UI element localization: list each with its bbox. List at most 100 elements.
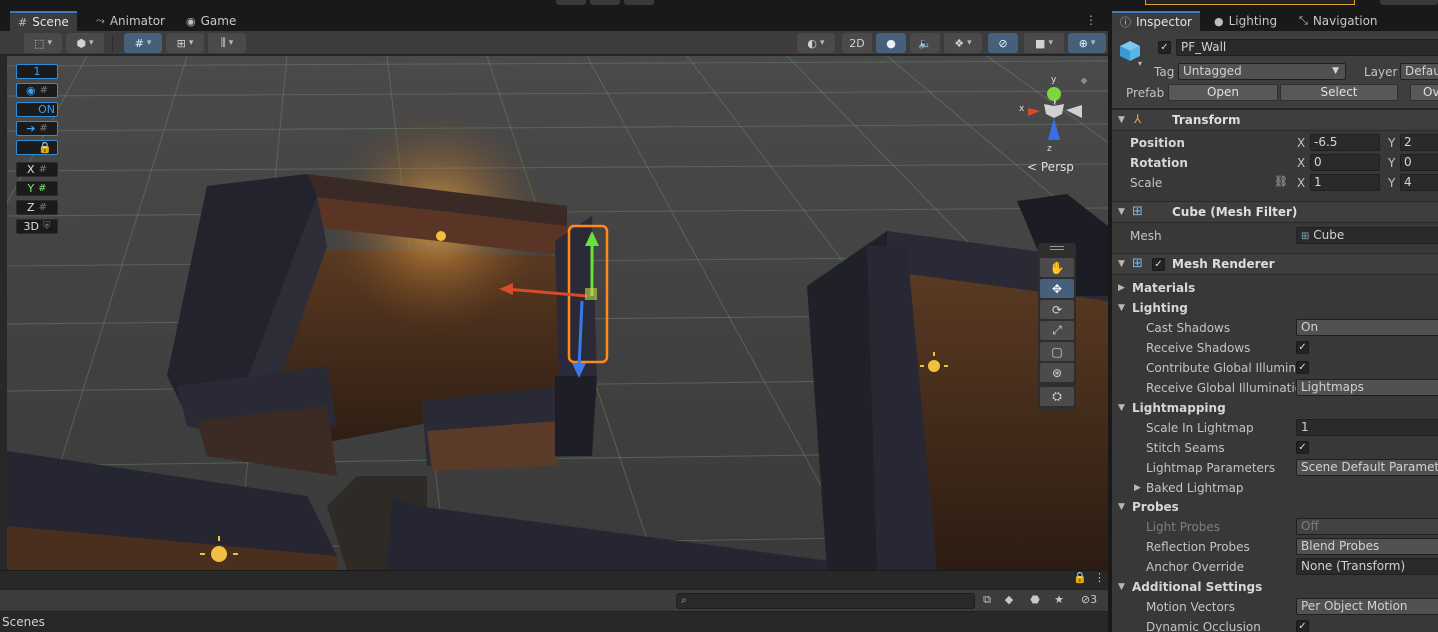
prefab-select-button[interactable]: Select bbox=[1280, 84, 1398, 101]
receive-gi-dropdown[interactable]: Lightmaps bbox=[1296, 379, 1438, 396]
link-broken-icon[interactable]: ⛓ bbox=[1274, 175, 1288, 188]
search-by-type-button[interactable]: ⧉ bbox=[978, 593, 996, 609]
receive-shadows-checkbox[interactable]: ✓ bbox=[1296, 341, 1309, 354]
move-snap-toggle[interactable]: ➔ # bbox=[16, 121, 58, 136]
transform-header[interactable]: ▼ ⅄ Transform bbox=[1112, 109, 1438, 131]
scene-viewport[interactable]: 1 ◉ # ON ➔ # 🔒 X # Y # Z # 3D ⛨ y x z < … bbox=[7, 56, 1108, 570]
grid-size-field[interactable]: 1 bbox=[16, 64, 58, 79]
rect-tool[interactable]: ▢ bbox=[1040, 342, 1074, 361]
anchor-override-field[interactable]: None (Transform) bbox=[1296, 558, 1438, 575]
projection-toggle[interactable]: < Persp bbox=[1027, 160, 1074, 174]
chevron-down-icon: ▼ bbox=[1332, 66, 1339, 76]
tab-navigation[interactable]: ⤡ Navigation bbox=[1291, 11, 1386, 31]
foldout-arrow-icon[interactable]: ▼ bbox=[1118, 303, 1125, 313]
axis-x-toggle[interactable]: X # bbox=[16, 162, 58, 177]
baked-lightmap-foldout[interactable]: Baked Lightmap bbox=[1146, 481, 1244, 495]
camera-dropdown[interactable]: ■ bbox=[1024, 33, 1064, 53]
materials-foldout[interactable]: Materials bbox=[1132, 281, 1195, 295]
label-filter-button[interactable]: ⬣ bbox=[1026, 593, 1044, 609]
search-by-label-button[interactable]: ◆ bbox=[1000, 593, 1018, 609]
scale-in-lightmap-field[interactable]: 1 bbox=[1296, 419, 1438, 436]
object-active-checkbox[interactable]: ✓ bbox=[1158, 41, 1171, 54]
hand-tool[interactable]: ✋ bbox=[1040, 258, 1074, 277]
motion-vectors-dropdown[interactable]: Per Object Motion bbox=[1296, 598, 1438, 615]
move-tool[interactable]: ✥ bbox=[1040, 279, 1074, 298]
orientation-gizmo[interactable]: y x z bbox=[1012, 75, 1087, 173]
tab-game[interactable]: ◉ Game bbox=[178, 11, 244, 31]
axis-y-toggle[interactable]: Y # bbox=[16, 181, 58, 196]
axis-z-toggle[interactable]: Z # bbox=[16, 200, 58, 215]
panel-menu-icon[interactable]: ⋮ bbox=[1094, 571, 1105, 584]
pause-button[interactable] bbox=[590, 0, 620, 5]
gizmo-tool-dropdown[interactable]: ⬚ bbox=[24, 33, 62, 53]
contribute-gi-checkbox[interactable]: ✓ bbox=[1296, 361, 1309, 374]
3d-toggle[interactable]: 3D ⛨ bbox=[16, 219, 58, 234]
step-button[interactable] bbox=[624, 0, 654, 5]
project-folder-scenes[interactable]: Scenes bbox=[0, 613, 1108, 632]
rotation-x-field[interactable]: 0 bbox=[1310, 154, 1380, 171]
tab-inspector[interactable]: ⓘ Inspector bbox=[1112, 11, 1200, 31]
prefab-overrides-dropdown[interactable]: Ove bbox=[1410, 84, 1438, 101]
object-name-field[interactable]: PF_Wall bbox=[1176, 39, 1438, 56]
reflection-probes-dropdown[interactable]: Blend Probes bbox=[1296, 538, 1438, 555]
drag-handle-icon[interactable] bbox=[1050, 246, 1064, 250]
audio-toggle[interactable]: 🔈 bbox=[910, 33, 940, 53]
grid-snap-dropdown[interactable]: # bbox=[124, 33, 162, 53]
transform-tool[interactable]: ⊛ bbox=[1040, 363, 1074, 382]
2d-toggle[interactable]: 2D bbox=[842, 33, 872, 53]
snap-on-toggle[interactable]: ON bbox=[16, 102, 58, 117]
increment-dropdown[interactable]: ⫼ bbox=[208, 33, 246, 53]
hidden-packages-toggle[interactable]: ⊘3 bbox=[1074, 593, 1104, 609]
scale-y-field[interactable]: 4 bbox=[1400, 174, 1438, 191]
tab-scene[interactable]: # Scene bbox=[10, 11, 77, 31]
position-x-field[interactable]: -6.5 bbox=[1310, 134, 1380, 151]
transform-title: Transform bbox=[1172, 113, 1241, 127]
lightmap-params-dropdown[interactable]: Scene Default Parameter bbox=[1296, 459, 1438, 476]
tab-animator[interactable]: ⤳ Animator bbox=[88, 11, 173, 31]
play-button[interactable] bbox=[556, 0, 586, 5]
layers-dropdown[interactable] bbox=[1380, 0, 1438, 5]
orientation-dropdown[interactable]: ⬢ bbox=[66, 33, 104, 53]
lighting-foldout[interactable]: Lighting bbox=[1132, 301, 1188, 315]
position-y-field[interactable]: 2 bbox=[1400, 134, 1438, 151]
favorites-button[interactable]: ★ bbox=[1050, 593, 1068, 609]
rotate-tool[interactable]: ⟳ bbox=[1040, 300, 1074, 319]
scene-visibility-toggle[interactable]: ⊘ bbox=[988, 33, 1018, 53]
mesh-renderer-enabled-checkbox[interactable]: ✓ bbox=[1152, 258, 1165, 271]
additional-settings-foldout[interactable]: Additional Settings bbox=[1132, 580, 1262, 594]
lock-icon[interactable]: 🔒 bbox=[1073, 571, 1087, 584]
mesh-filter-header[interactable]: ▼ ⊞ Cube (Mesh Filter) bbox=[1112, 201, 1438, 223]
draw-mode-dropdown[interactable]: ◐ bbox=[797, 33, 835, 53]
foldout-arrow-icon[interactable]: ▼ bbox=[1118, 582, 1125, 592]
foldout-arrow-icon[interactable]: ▼ bbox=[1118, 403, 1125, 413]
search-field[interactable] bbox=[1145, 0, 1355, 5]
foldout-arrow-icon[interactable]: ▶ bbox=[1134, 483, 1141, 493]
stitch-seams-checkbox[interactable]: ✓ bbox=[1296, 441, 1309, 454]
scale-tool[interactable]: ⤢ bbox=[1040, 321, 1074, 340]
lighting-toggle[interactable]: ● bbox=[876, 33, 906, 53]
project-search-input[interactable]: ⌕ bbox=[676, 593, 975, 609]
cast-shadows-dropdown[interactable]: On bbox=[1296, 319, 1438, 336]
prefab-open-button[interactable]: Open bbox=[1168, 84, 1278, 101]
tab-lighting[interactable]: ● Lighting bbox=[1206, 11, 1285, 31]
icon-dropdown-arrow[interactable]: ▾ bbox=[1138, 59, 1142, 68]
gizmo-plane-handle[interactable] bbox=[585, 288, 597, 300]
lock-toggle[interactable]: 🔒 bbox=[16, 140, 58, 155]
probes-foldout[interactable]: Probes bbox=[1132, 500, 1179, 514]
gizmos-dropdown[interactable]: ⊕ bbox=[1068, 33, 1106, 53]
custom-tool[interactable]: ⛭ bbox=[1040, 387, 1074, 406]
foldout-arrow-icon[interactable]: ▶ bbox=[1118, 283, 1125, 293]
foldout-arrow-icon[interactable]: ▼ bbox=[1118, 502, 1125, 512]
mesh-renderer-header[interactable]: ▼ ⊞ ✓ Mesh Renderer bbox=[1112, 253, 1438, 275]
layer-dropdown[interactable]: Defau bbox=[1400, 63, 1438, 80]
panel-menu-icon[interactable]: ⋮ bbox=[1085, 13, 1097, 27]
effects-dropdown[interactable]: ❖ bbox=[944, 33, 982, 53]
scale-x-field[interactable]: 1 bbox=[1310, 174, 1380, 191]
lightmapping-foldout[interactable]: Lightmapping bbox=[1132, 401, 1226, 415]
snap-increment-dropdown[interactable]: ⊞ bbox=[166, 33, 204, 53]
tag-dropdown[interactable]: Untagged ▼ bbox=[1178, 63, 1346, 80]
dynamic-occlusion-checkbox[interactable]: ✓ bbox=[1296, 620, 1309, 632]
visibility-toggle[interactable]: ◉ # bbox=[16, 83, 58, 98]
mesh-object-field[interactable]: ⊞ Cube bbox=[1296, 227, 1438, 244]
rotation-y-field[interactable]: 0 bbox=[1400, 154, 1438, 171]
